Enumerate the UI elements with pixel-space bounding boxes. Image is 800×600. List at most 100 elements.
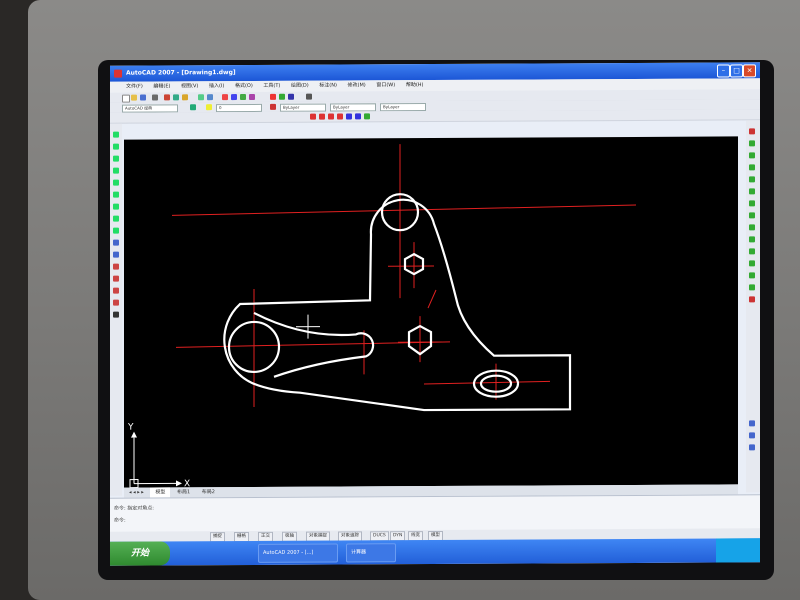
maximize-button[interactable]: □ bbox=[730, 64, 743, 78]
line-icon[interactable] bbox=[113, 131, 119, 138]
circle-tool-icon[interactable] bbox=[337, 113, 343, 120]
zoom-previous-icon[interactable] bbox=[249, 93, 255, 100]
pan-icon[interactable] bbox=[222, 94, 228, 101]
color-dropdown[interactable]: ByLayer bbox=[280, 103, 326, 112]
hatch-side-icon[interactable] bbox=[113, 275, 119, 282]
cut-icon[interactable] bbox=[164, 94, 170, 101]
properties-icon[interactable] bbox=[270, 93, 276, 100]
menu-item-insert[interactable]: 插入(I) bbox=[209, 83, 224, 89]
extend-icon[interactable] bbox=[749, 248, 755, 255]
menu-item-modify[interactable]: 修改(M) bbox=[348, 82, 366, 88]
hatch-icon[interactable] bbox=[364, 113, 370, 120]
menu-item-edit[interactable]: 编辑(E) bbox=[153, 83, 170, 89]
make-block-icon[interactable] bbox=[113, 251, 119, 258]
open-folder-icon[interactable] bbox=[131, 94, 137, 101]
insert-block-icon[interactable] bbox=[113, 239, 119, 246]
ucs-icon: Y X bbox=[127, 423, 190, 488]
system-tray bbox=[716, 538, 760, 563]
fillet-icon[interactable] bbox=[749, 284, 755, 291]
text-tool-icon[interactable] bbox=[355, 113, 361, 120]
layer-manager-icon[interactable] bbox=[190, 104, 196, 111]
paste-icon[interactable] bbox=[182, 94, 188, 101]
mirror-icon[interactable] bbox=[749, 152, 755, 159]
part-outline bbox=[223, 193, 572, 412]
tab-model[interactable]: 模型 bbox=[150, 487, 171, 498]
rotate-icon[interactable] bbox=[749, 200, 755, 207]
explode-icon[interactable] bbox=[749, 296, 755, 303]
array-icon[interactable] bbox=[749, 176, 755, 183]
menu-item-window[interactable]: 窗口(W) bbox=[376, 82, 395, 88]
stretch-icon[interactable] bbox=[749, 224, 755, 231]
ucs-y-label: Y bbox=[127, 423, 134, 433]
undo-icon[interactable] bbox=[198, 94, 204, 101]
new-file-icon[interactable] bbox=[122, 94, 130, 103]
dimension-radius-icon[interactable] bbox=[749, 444, 755, 451]
erase-icon[interactable] bbox=[749, 128, 755, 135]
chamfer-icon[interactable] bbox=[749, 272, 755, 279]
minimize-button[interactable]: – bbox=[717, 64, 730, 78]
polyline-icon[interactable] bbox=[113, 155, 119, 162]
drawing-area[interactable]: Y X bbox=[124, 136, 738, 488]
mtext-icon[interactable] bbox=[113, 311, 119, 318]
zoom-window-icon[interactable] bbox=[240, 93, 246, 101]
centerline-diagonal bbox=[427, 289, 437, 309]
print-icon[interactable] bbox=[152, 94, 158, 101]
command-prompt[interactable]: 命令: bbox=[114, 517, 126, 524]
scale-icon[interactable] bbox=[749, 212, 755, 219]
lineweight-dropdown[interactable]: ByLayer bbox=[380, 103, 426, 112]
line-tool-icon[interactable] bbox=[310, 113, 316, 120]
help-icon[interactable] bbox=[306, 93, 312, 100]
layer-state-icon[interactable] bbox=[206, 104, 212, 111]
desktop-screen: AutoCAD 2007 - [Drawing1.dwg] – □ × 文件(F… bbox=[110, 62, 760, 566]
taskbar-item-autocad[interactable]: AutoCAD 2007 - [...] bbox=[258, 543, 338, 563]
tab-nav-arrows[interactable]: ◂ ◂ ▸ ▸ bbox=[124, 487, 149, 497]
save-icon[interactable] bbox=[140, 94, 146, 101]
circle-icon[interactable] bbox=[113, 203, 119, 210]
redo-icon[interactable] bbox=[207, 94, 213, 101]
zoom-realtime-icon[interactable] bbox=[231, 94, 237, 101]
linetype-dropdown[interactable]: ByLayer bbox=[330, 103, 376, 112]
menu-item-help[interactable]: 帮助(H) bbox=[406, 82, 424, 88]
break-icon[interactable] bbox=[749, 260, 755, 267]
spline-icon[interactable] bbox=[113, 215, 119, 222]
taskbar-item-calculator[interactable]: 计算器 bbox=[346, 543, 396, 563]
arc-tool-icon[interactable] bbox=[328, 113, 334, 120]
arc-icon[interactable] bbox=[113, 191, 119, 198]
dimension-icon[interactable] bbox=[346, 113, 352, 120]
ellipse-icon[interactable] bbox=[113, 227, 119, 234]
trim-icon[interactable] bbox=[749, 236, 755, 243]
construction-line-icon[interactable] bbox=[113, 143, 119, 150]
start-button[interactable]: 开始 bbox=[110, 541, 170, 566]
design-center-icon[interactable] bbox=[279, 93, 285, 100]
point-icon[interactable] bbox=[113, 263, 119, 270]
start-label: 开始 bbox=[130, 548, 149, 559]
centerline-ellipse-horizontal bbox=[423, 380, 551, 385]
copy-object-icon[interactable] bbox=[749, 140, 755, 147]
tool-palettes-icon[interactable] bbox=[288, 93, 294, 100]
rectangle-icon[interactable] bbox=[113, 179, 119, 186]
table-icon[interactable] bbox=[113, 299, 119, 306]
close-button[interactable]: × bbox=[743, 64, 756, 78]
centerline-top-horizontal bbox=[171, 204, 637, 216]
menu-item-tools[interactable]: 工具(T) bbox=[263, 83, 280, 89]
command-window[interactable]: 命令: 指定对角点: 命令: bbox=[110, 494, 760, 533]
tab-layout2[interactable]: 布局2 bbox=[197, 487, 220, 497]
copy-icon[interactable] bbox=[173, 94, 179, 101]
dimension-aligned-icon[interactable] bbox=[749, 432, 755, 439]
tab-layout1[interactable]: 布局1 bbox=[172, 487, 195, 497]
menu-item-view[interactable]: 视图(V) bbox=[181, 83, 198, 89]
menu-item-format[interactable]: 格式(O) bbox=[235, 83, 253, 89]
offset-icon[interactable] bbox=[749, 164, 755, 171]
menu-item-file[interactable]: 文件(F) bbox=[126, 84, 143, 90]
draw-toolbar-vertical bbox=[110, 123, 122, 496]
move-icon[interactable] bbox=[749, 188, 755, 195]
menu-item-draw[interactable]: 绘图(D) bbox=[291, 83, 309, 89]
polyline-tool-icon[interactable] bbox=[319, 113, 325, 120]
polygon-icon[interactable] bbox=[113, 167, 119, 174]
color-control-icon[interactable] bbox=[270, 103, 276, 110]
layer-dropdown[interactable]: 0 bbox=[216, 103, 262, 113]
command-history-line: 命令: 指定对角点: bbox=[114, 505, 154, 512]
region-icon[interactable] bbox=[113, 287, 119, 294]
dimension-linear-icon[interactable] bbox=[749, 420, 755, 427]
menu-item-dimension[interactable]: 标注(N) bbox=[319, 83, 337, 89]
